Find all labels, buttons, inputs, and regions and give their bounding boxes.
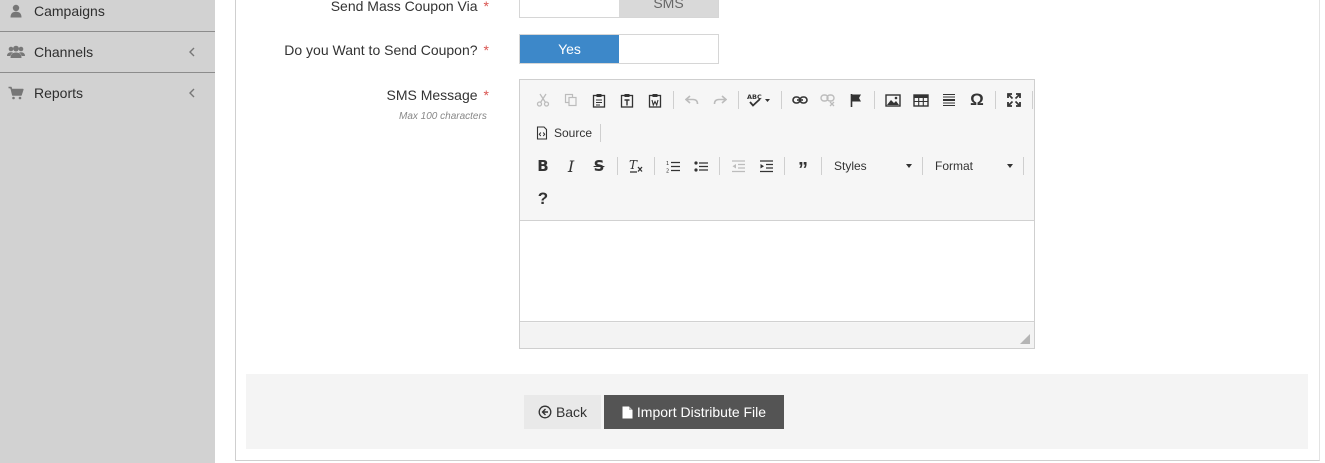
styles-dropdown[interactable]: Styles <box>826 153 918 179</box>
indent-icon[interactable] <box>752 153 780 179</box>
sidebar-item-reports[interactable]: Reports <box>0 72 215 112</box>
italic-icon[interactable]: I <box>557 153 585 179</box>
unlink-icon[interactable] <box>814 87 842 113</box>
maximize-icon[interactable] <box>1000 87 1028 113</box>
send-via-label: Send Mass Coupon Via * <box>330 0 489 14</box>
toolbar-separator <box>617 157 618 175</box>
editor-status-bar <box>520 323 1034 348</box>
caret-down-icon <box>1007 164 1013 168</box>
caret-down-icon <box>906 164 912 168</box>
send-coupon-option-yes[interactable]: Yes <box>520 35 619 63</box>
source-button[interactable]: Source <box>532 120 596 146</box>
source-label: Source <box>554 126 593 140</box>
source-icon <box>536 126 548 140</box>
toolbar-separator <box>1032 91 1033 109</box>
toolbar-separator <box>922 157 923 175</box>
format-label: Format <box>935 159 974 173</box>
help-button[interactable]: ? <box>529 186 557 212</box>
spellcheck-icon[interactable]: ABC <box>743 87 777 113</box>
send-coupon-option-no[interactable] <box>619 35 718 63</box>
format-dropdown[interactable]: Format <box>927 153 1019 179</box>
chevron-left-icon <box>189 88 195 98</box>
paste-text-icon[interactable] <box>613 87 641 113</box>
table-icon[interactable] <box>907 87 935 113</box>
editor-toolbar: ABC Ω Source B I S T 1 2 ” Styles Format… <box>520 80 1034 221</box>
sidebar-item-label: Campaigns <box>34 3 105 19</box>
toolbar-row-2: Source <box>532 120 605 146</box>
paste-word-icon[interactable] <box>641 87 669 113</box>
special-char-icon[interactable]: Ω <box>963 87 991 113</box>
toolbar-row-4: ? <box>529 186 557 212</box>
send-coupon-toggle[interactable]: Yes <box>519 34 719 64</box>
send-via-toggle[interactable]: SMS <box>519 0 719 18</box>
svg-text:2: 2 <box>666 168 669 173</box>
sms-message-editor: ABC Ω Source B I S T 1 2 ” Styles Format… <box>519 79 1035 349</box>
toolbar-separator <box>781 91 782 109</box>
send-via-option-sms[interactable]: SMS <box>619 0 718 17</box>
back-button[interactable]: Back <box>524 395 601 429</box>
toolbar-separator <box>874 91 875 109</box>
strikethrough-icon[interactable]: S <box>585 153 613 179</box>
sidebar-item-campaigns[interactable]: Campaigns <box>0 0 215 31</box>
send-via-option-left[interactable] <box>520 0 619 17</box>
required-marker: * <box>483 42 489 58</box>
copy-icon[interactable] <box>557 87 585 113</box>
cut-icon[interactable] <box>529 87 557 113</box>
image-icon[interactable] <box>879 87 907 113</box>
editor-content-area[interactable] <box>520 221 1034 322</box>
undo-icon[interactable] <box>678 87 706 113</box>
anchor-flag-icon[interactable] <box>842 87 870 113</box>
remove-format-icon[interactable]: T <box>622 153 650 179</box>
sms-message-label: SMS Message * <box>386 87 490 103</box>
numbered-list-icon[interactable]: 12 <box>659 153 687 179</box>
toolbar-separator <box>821 157 822 175</box>
svg-text:1: 1 <box>666 161 669 167</box>
svg-text:T: T <box>629 159 638 172</box>
bold-icon[interactable]: B <box>529 153 557 179</box>
outdent-icon[interactable] <box>724 153 752 179</box>
users-icon <box>7 44 25 60</box>
toolbar-separator <box>1023 157 1024 175</box>
bullet-list-icon[interactable] <box>687 153 715 179</box>
import-label: Import Distribute File <box>636 404 767 420</box>
toolbar-separator <box>995 91 996 109</box>
sidebar-item-channels[interactable]: Channels <box>0 31 215 71</box>
sms-message-hint: Max 100 characters <box>399 111 487 122</box>
toolbar-separator <box>673 91 674 109</box>
styles-label: Styles <box>834 159 867 173</box>
sidebar-item-label: Channels <box>34 43 94 60</box>
import-distribute-file-button[interactable]: Import Distribute File <box>604 395 784 429</box>
toolbar-row-3: B I S T 12 ” Styles Format <box>529 153 1028 180</box>
back-label: Back <box>555 404 588 420</box>
blockquote-icon[interactable]: ” <box>789 153 817 180</box>
horizontal-line-icon[interactable] <box>935 87 963 113</box>
required-marker: * <box>483 0 489 14</box>
sidebar-item-label: Reports <box>34 84 84 101</box>
send-coupon-label: Do you Want to Send Coupon? * <box>284 42 489 58</box>
toolbar-row-1: ABC Ω <box>529 87 1037 113</box>
toolbar-separator <box>654 157 655 175</box>
chevron-left-icon <box>189 47 195 57</box>
toolbar-separator <box>600 124 602 142</box>
link-icon[interactable] <box>786 87 814 113</box>
paste-icon[interactable] <box>585 87 613 113</box>
arrow-circle-left-icon <box>538 405 552 419</box>
required-marker: * <box>483 87 489 103</box>
toolbar-separator <box>719 157 720 175</box>
user-icon <box>7 3 25 19</box>
toolbar-separator <box>784 157 785 175</box>
sidebar: Campaigns Channels Reports <box>0 0 215 463</box>
cart-icon <box>7 85 25 101</box>
redo-icon[interactable] <box>706 87 734 113</box>
resize-handle-icon[interactable] <box>1020 334 1030 344</box>
file-icon <box>622 406 633 418</box>
toolbar-separator <box>738 91 739 109</box>
